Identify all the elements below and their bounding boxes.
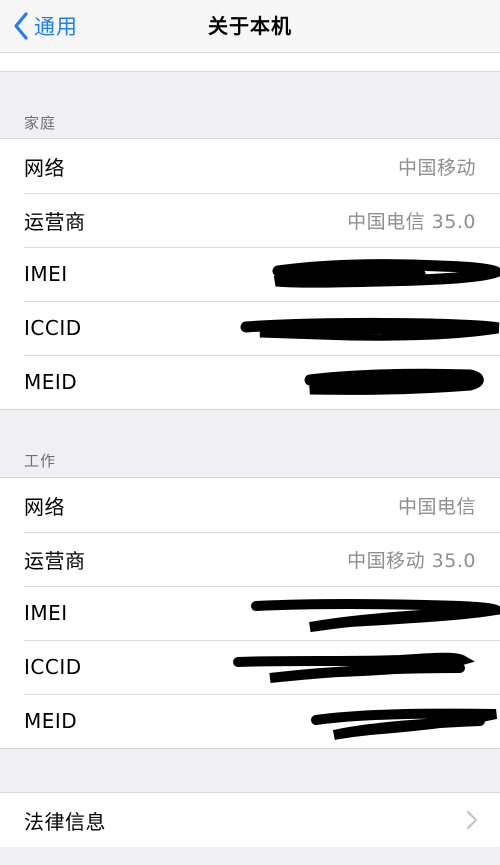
work-imei-row: IMEI (0, 586, 500, 640)
legal-info-row[interactable]: 法律信息 (0, 793, 500, 847)
navigation-bar: 通用 关于本机 (0, 0, 500, 53)
row-value: 中国移动 (397, 156, 476, 179)
row-label: 运营商 (24, 209, 86, 234)
row-label: 网络 (24, 155, 65, 180)
work-carrier-row: 运营商 中国移动 35.0 (0, 532, 500, 586)
redaction-scribble (311, 708, 498, 740)
row-label: 法律信息 (24, 809, 106, 834)
redaction-scribble (272, 259, 500, 288)
row-label: IMEI (24, 601, 68, 625)
work-meid-row: MEID (0, 694, 500, 748)
redaction-scribble (233, 652, 475, 683)
row-label: MEID (24, 370, 78, 394)
previous-group-remnant (0, 53, 500, 72)
redaction-scribble (240, 317, 500, 341)
redaction-scribble (251, 599, 500, 632)
chevron-right-icon (466, 810, 478, 830)
row-value: 中国移动 35.0 (347, 549, 476, 572)
redaction-scribble (304, 368, 484, 395)
home-imei-row: IMEI (0, 247, 500, 301)
legal-group: 法律信息 (0, 792, 500, 848)
home-carrier-row: 运营商 中国电信 35.0 (0, 193, 500, 247)
row-label: IMEI (24, 262, 68, 286)
section-header-work: 工作 (24, 452, 57, 470)
work-iccid-row: ICCID (0, 640, 500, 694)
row-label: 网络 (24, 494, 65, 519)
page-title: 关于本机 (208, 14, 292, 38)
home-meid-row: MEID (0, 355, 500, 409)
home-sim-group: 网络 中国移动 运营商 中国电信 35.0 IMEI ICCID MEID (0, 138, 500, 410)
bottom-background (0, 847, 500, 865)
row-value: 中国电信 35.0 (347, 210, 476, 233)
row-label: MEID (24, 709, 78, 733)
section-header-home: 家庭 (24, 114, 57, 132)
home-network-row: 网络 中国移动 (0, 139, 500, 193)
row-value: 中国电信 (397, 495, 476, 518)
home-iccid-row: ICCID (0, 301, 500, 355)
row-label: ICCID (24, 655, 82, 679)
row-label: ICCID (24, 316, 82, 340)
work-sim-group: 网络 中国电信 运营商 中国移动 35.0 IMEI ICCID MEID (0, 477, 500, 749)
row-label: 运营商 (24, 548, 86, 573)
work-network-row: 网络 中国电信 (0, 478, 500, 532)
